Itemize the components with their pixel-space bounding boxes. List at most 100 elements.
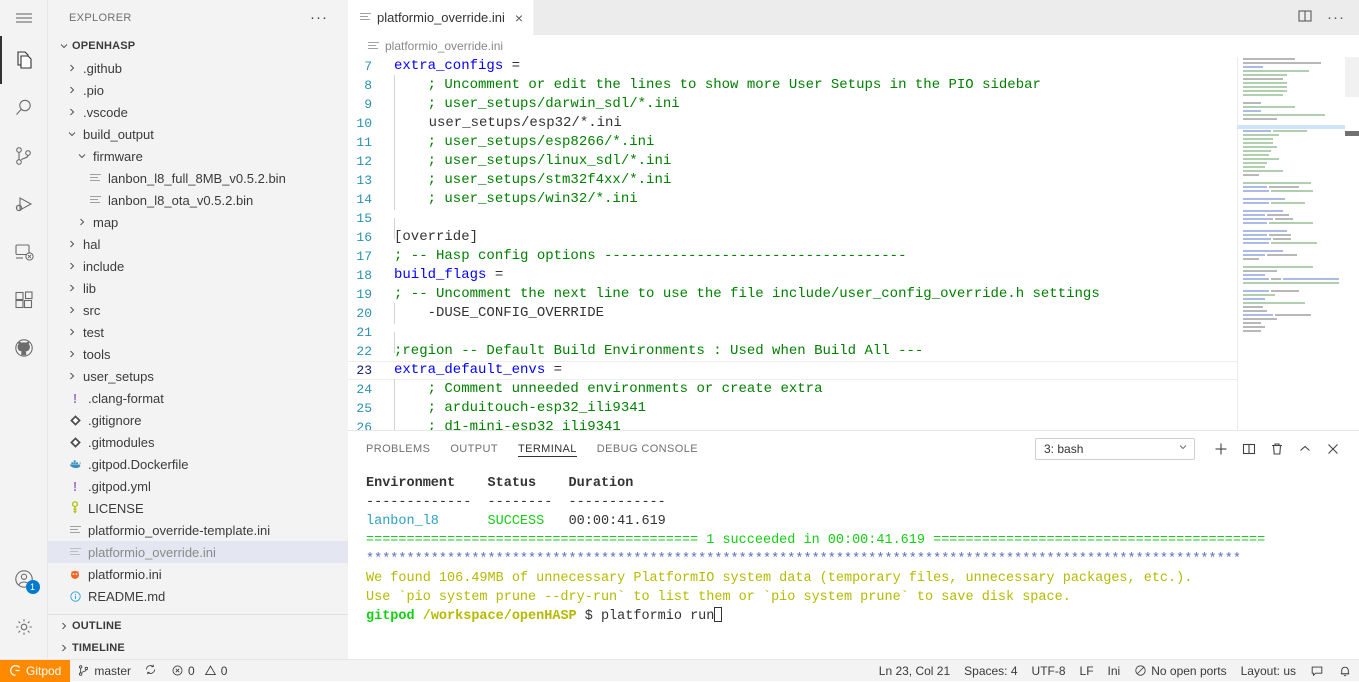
line-number: 10 [348, 114, 394, 133]
status-language-mode[interactable]: Ini [1101, 660, 1128, 682]
editor-tab-platformio-override-ini[interactable]: platformio_override.ini × [348, 0, 534, 35]
status-feedback[interactable] [1303, 660, 1331, 682]
panel-tab-problems[interactable]: PROBLEMS [366, 431, 430, 466]
terminal-text: lanbon_l8 [366, 514, 439, 529]
code-line[interactable]: 7extra_configs = [348, 57, 1359, 76]
status-eol[interactable]: LF [1073, 660, 1101, 682]
menu-icon[interactable] [0, 0, 48, 36]
activity-item-extensions[interactable] [0, 276, 48, 324]
code-line[interactable]: 24 ; Comment unneeded environments or cr… [348, 380, 1359, 399]
outline-section-header[interactable]: OUTLINE [48, 615, 348, 637]
close-icon[interactable]: × [515, 11, 523, 25]
code-line[interactable]: 8 ; Uncomment or edit the lines to show … [348, 76, 1359, 95]
tree-folder-tools[interactable]: tools [48, 343, 348, 365]
code-line[interactable]: 13 ; user_setups/stm32f4xx/*.ini [348, 171, 1359, 190]
status-notifications[interactable] [1331, 660, 1359, 682]
activity-item-remote-explorer[interactable] [0, 228, 48, 276]
activity-item-explorer[interactable] [0, 36, 48, 84]
status-ports[interactable]: No open ports [1127, 660, 1233, 682]
tree-file-license[interactable]: LICENSE [48, 497, 348, 519]
tree-folder-map[interactable]: map [48, 211, 348, 233]
scrollbar-thumb[interactable] [1345, 57, 1359, 97]
tree-folder-build-output[interactable]: build_output [48, 123, 348, 145]
tree-file-gitpod-dockerfile[interactable]: .gitpod.Dockerfile [48, 453, 348, 475]
code-lines[interactable]: 7extra_configs = 8 ; Uncomment or edit t… [348, 57, 1359, 430]
code-line[interactable]: 25 ; arduitouch-esp32_ili9341 [348, 399, 1359, 418]
maximize-panel-button[interactable] [1291, 435, 1319, 463]
close-panel-button[interactable] [1319, 435, 1347, 463]
code-line[interactable]: 19; -- Uncomment the next line to use th… [348, 285, 1359, 304]
editor-vertical-scrollbar[interactable] [1345, 57, 1359, 430]
tree-folder-pio[interactable]: .pio [48, 79, 348, 101]
tree-file-lanbon-l8-ota-v0-5-2-bin[interactable]: lanbon_l8_ota_v0.5.2.bin [48, 189, 348, 211]
tree-folder-user-setups[interactable]: user_setups [48, 365, 348, 387]
panel-tab-terminal[interactable]: TERMINAL [518, 431, 577, 466]
terminal-output[interactable]: Environment Status Duration-------------… [348, 466, 1359, 659]
tree-folder-src[interactable]: src [48, 299, 348, 321]
tree-folder-lib[interactable]: lib [48, 277, 348, 299]
tree-file-lanbon-l8-full-8mb-v0-5-2-bin[interactable]: lanbon_l8_full_8MB_v0.5.2.bin [48, 167, 348, 189]
code-editor[interactable]: 7extra_configs = 8 ; Uncomment or edit t… [348, 57, 1359, 430]
code-line[interactable]: 11 ; user_setups/esp8266/*.ini [348, 133, 1359, 152]
status-branch[interactable]: master [70, 660, 164, 682]
tree-folder-test[interactable]: test [48, 321, 348, 343]
status-layout[interactable]: Layout: us [1234, 660, 1303, 682]
code-line[interactable]: 9 ; user_setups/darwin_sdl/*.ini [348, 95, 1359, 114]
activity-item-settings[interactable] [0, 603, 48, 651]
activity-item-search[interactable] [0, 84, 48, 132]
explorer-root-header[interactable]: OPENHASP [48, 35, 348, 57]
tree-folder-include[interactable]: include [48, 255, 348, 277]
tree-file-gitmodules[interactable]: .gitmodules [48, 431, 348, 453]
split-terminal-button[interactable] [1235, 435, 1263, 463]
activity-item-source-control[interactable] [0, 132, 48, 180]
file-tree[interactable]: .github.pio.vscodebuild_outputfirmwarela… [48, 57, 348, 614]
code-line[interactable]: 23extra_default_envs = [348, 361, 1359, 380]
code-text: ; d1-mini-esp32 ili9341 [394, 418, 1359, 430]
tree-file-gitpod-yml[interactable]: !.gitpod.yml [48, 475, 348, 497]
code-line[interactable]: 16[override] [348, 228, 1359, 247]
code-line[interactable]: 15 [348, 209, 1359, 228]
breadcrumb[interactable]: platformio_override.ini [348, 35, 1359, 57]
editor-more-actions-icon[interactable]: ··· [1327, 14, 1345, 22]
terminal-selector[interactable]: 3: bash [1035, 438, 1195, 460]
status-indentation[interactable]: Spaces: 4 [957, 660, 1024, 682]
kill-terminal-button[interactable] [1263, 435, 1291, 463]
tree-file-platformio-override-ini[interactable]: platformio_override.ini [48, 541, 348, 563]
tree-folder-github[interactable]: .github [48, 57, 348, 79]
code-line[interactable]: 18build_flags = [348, 266, 1359, 285]
panel-tab-output[interactable]: OUTPUT [450, 431, 498, 466]
tree-file-clang-format[interactable]: !.clang-format [48, 387, 348, 409]
tree-file-gitignore[interactable]: .gitignore [48, 409, 348, 431]
tree-folder-firmware[interactable]: firmware [48, 145, 348, 167]
status-cursor-position[interactable]: Ln 23, Col 21 [872, 660, 957, 682]
minimap[interactable] [1237, 57, 1345, 430]
code-line[interactable]: 14 ; user_setups/win32/*.ini [348, 190, 1359, 209]
timeline-section-header[interactable]: TIMELINE [48, 637, 348, 659]
terminal-line: lanbon_l8 SUCCESS 00:00:41.619 [366, 512, 1359, 531]
sync-icon[interactable] [144, 663, 157, 679]
code-line[interactable]: 17; -- Hasp config options -------------… [348, 247, 1359, 266]
split-editor-icon[interactable] [1297, 8, 1313, 27]
code-line[interactable]: 22;region -- Default Build Environments … [348, 342, 1359, 361]
tree-file-readme-md[interactable]: README.md [48, 585, 348, 607]
code-line[interactable]: 20 -DUSE_CONFIG_OVERRIDE [348, 304, 1359, 323]
activity-item-accounts[interactable]: 1 [0, 555, 48, 603]
line-number: 21 [348, 323, 394, 342]
tree-file-platformio-override-template-ini[interactable]: platformio_override-template.ini [48, 519, 348, 541]
code-line[interactable]: 12 ; user_setups/linux_sdl/*.ini [348, 152, 1359, 171]
code-line[interactable]: 26 ; d1-mini-esp32 ili9341 [348, 418, 1359, 430]
tree-folder-hal[interactable]: hal [48, 233, 348, 255]
activity-item-github[interactable] [0, 324, 48, 372]
sidebar-more-actions-icon[interactable]: ··· [310, 13, 328, 23]
status-encoding[interactable]: UTF-8 [1025, 660, 1073, 682]
activity-item-run-and-debug[interactable] [0, 180, 48, 228]
new-terminal-button[interactable] [1207, 435, 1235, 463]
status-problems[interactable]: 0 0 [164, 660, 234, 682]
tree-file-platformio-ini[interactable]: platformio.ini [48, 563, 348, 585]
tree-folder-vscode[interactable]: .vscode [48, 101, 348, 123]
code-line[interactable]: 21 [348, 323, 1359, 342]
status-gitpod[interactable]: Gitpod [0, 660, 70, 682]
minimap-segment [1269, 186, 1299, 188]
panel-tab-debug-console[interactable]: DEBUG CONSOLE [597, 431, 698, 466]
code-line[interactable]: 10 user_setups/esp32/*.ini [348, 114, 1359, 133]
